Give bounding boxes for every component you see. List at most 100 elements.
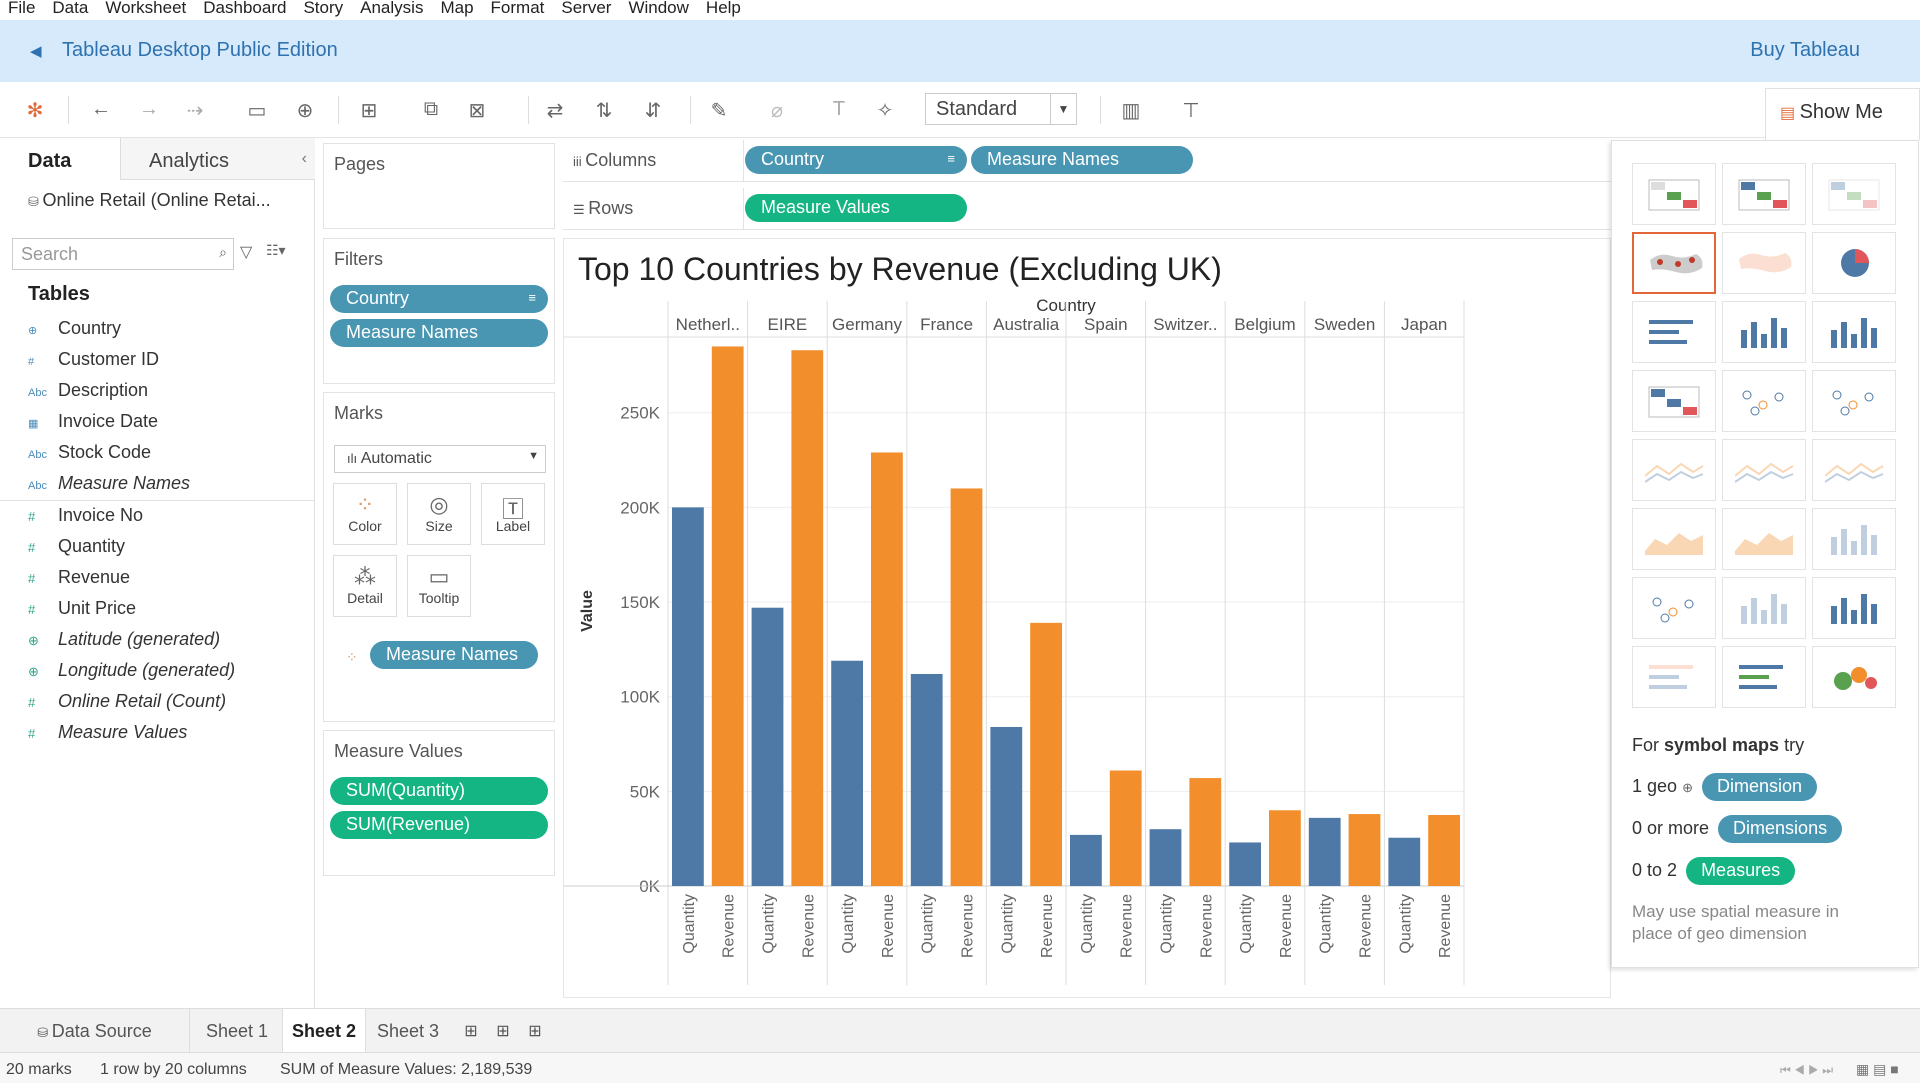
show-me-text-table[interactable] — [1632, 163, 1716, 225]
show-me-stacked-bars[interactable] — [1722, 301, 1806, 363]
sheet-tab-2[interactable]: Sheet 2 — [282, 1009, 366, 1053]
show-me-dual-lines[interactable] — [1812, 439, 1896, 501]
new-dashboard-icon[interactable]: ⊞ — [490, 1009, 516, 1053]
replay-icon[interactable]: ⇢ — [182, 98, 208, 123]
label-button[interactable]: 🅃 Label — [481, 483, 545, 545]
menu-story[interactable]: Story — [303, 0, 343, 20]
show-me-filled-map[interactable] — [1722, 232, 1806, 294]
menu-window[interactable]: Window — [628, 0, 688, 20]
columns-shelf[interactable]: iii Columns Country ≡ Measure Names — [563, 140, 1611, 182]
menu-worksheet[interactable]: Worksheet — [105, 0, 186, 20]
menu-format[interactable]: Format — [491, 0, 545, 20]
color-button[interactable]: ⁘ Color — [333, 483, 397, 545]
filters-card[interactable]: Filters Country ≡ Measure Names — [323, 238, 555, 384]
field-country[interactable]: ⊕ Country — [28, 318, 308, 342]
collapse-icon[interactable]: ‹ — [302, 150, 307, 168]
sort-descending-icon[interactable]: ⇵ — [640, 98, 666, 123]
columns-pill-measure-names[interactable]: Measure Names — [971, 146, 1193, 174]
menu-server[interactable]: Server — [561, 0, 611, 20]
show-me-lines-discrete[interactable] — [1722, 439, 1806, 501]
sort-ascending-icon[interactable]: ⇅ — [591, 98, 617, 123]
show-me-area-continuous[interactable] — [1632, 508, 1716, 570]
swap-axes-icon[interactable]: ⇄ — [542, 98, 568, 123]
menu-map[interactable]: Map — [440, 0, 473, 20]
view-layout-icons[interactable]: ▦ ▤ ■ — [1856, 1061, 1899, 1078]
rows-shelf[interactable]: ☰ Rows Measure Values — [563, 188, 1611, 230]
detail-button[interactable]: ⁂ Detail — [333, 555, 397, 617]
search-input[interactable]: Search ⌕ — [12, 238, 234, 270]
undo-icon[interactable]: ← — [88, 98, 114, 121]
show-me-scatter-plot[interactable] — [1632, 577, 1716, 639]
field-revenue[interactable]: # Revenue — [28, 567, 308, 591]
view-size-select[interactable]: Standard ▼ — [925, 93, 1077, 125]
show-me-packed-bubbles[interactable] — [1812, 646, 1896, 708]
duplicate-sheet-icon[interactable]: ⧉ — [418, 98, 444, 121]
show-labels-icon[interactable]: T — [826, 98, 852, 121]
show-me-circle-view[interactable] — [1722, 370, 1806, 432]
group-members-icon[interactable]: ⌀ — [764, 98, 790, 123]
new-data-source-icon[interactable]: ⊕ — [292, 98, 318, 123]
color-pill-measure-names[interactable]: Measure Names — [370, 641, 538, 669]
show-me-heat-map[interactable] — [1722, 163, 1806, 225]
measure-pill-quantity[interactable]: SUM(Quantity) — [330, 777, 548, 805]
show-me-histogram[interactable] — [1722, 577, 1806, 639]
data-source-tab[interactable]: ⛁ Data Source — [0, 1009, 190, 1053]
clear-sheet-icon[interactable]: ⊠ — [464, 98, 490, 123]
new-worksheet-icon[interactable]: ⊞ — [356, 98, 382, 123]
sheet-tab-3[interactable]: Sheet 3 — [366, 1009, 450, 1053]
columns-pill-country[interactable]: Country ≡ — [745, 146, 967, 174]
menu-data[interactable]: Data — [52, 0, 88, 20]
show-me-bullet-graph[interactable] — [1722, 646, 1806, 708]
pin-icon[interactable]: ✧ — [872, 98, 898, 123]
filter-pill-country[interactable]: Country ≡ — [330, 285, 548, 313]
mark-type-select[interactable]: ılı Automatic ▼ — [334, 445, 546, 473]
field-stock-code[interactable]: Abc Stock Code — [28, 442, 308, 466]
show-me-highlight-table[interactable] — [1812, 163, 1896, 225]
filter-icon[interactable]: ▽ — [240, 242, 252, 262]
show-me-lines-continuous[interactable] — [1632, 439, 1716, 501]
field-quantity[interactable]: # Quantity — [28, 536, 308, 560]
field-invoice-no[interactable]: # Invoice No — [28, 505, 308, 529]
navigation-arrows-icon[interactable]: ⏮ ◀ ▶ ⏭ — [1780, 1063, 1833, 1078]
show-me-area-discrete[interactable] — [1722, 508, 1806, 570]
show-me-tab[interactable]: ▤ Show Me — [1765, 88, 1920, 140]
data-source-name[interactable]: ⛁ Online Retail (Online Retai... — [28, 190, 271, 211]
show-me-treemap[interactable] — [1632, 370, 1716, 432]
show-me-side-by-side-bars[interactable] — [1812, 301, 1896, 363]
field-unit-price[interactable]: # Unit Price — [28, 598, 308, 622]
show-cards-icon[interactable]: ▥ — [1118, 98, 1144, 123]
menu-help[interactable]: Help — [706, 0, 741, 20]
show-me-side-by-side-circles[interactable] — [1812, 370, 1896, 432]
save-icon[interactable]: ▭ — [244, 98, 270, 123]
filter-pill-measure-names[interactable]: Measure Names — [330, 319, 548, 347]
tab-data[interactable]: Data — [0, 138, 120, 180]
tooltip-button[interactable]: ▭ Tooltip — [407, 555, 471, 617]
show-me-symbol-map[interactable] — [1632, 232, 1716, 294]
show-me-gantt-chart[interactable] — [1632, 646, 1716, 708]
new-story-icon[interactable]: ⊞ — [522, 1009, 548, 1053]
show-me-dual-combination[interactable] — [1812, 508, 1896, 570]
menu-file[interactable]: File — [8, 0, 35, 20]
new-worksheet-icon[interactable]: ⊞ — [458, 1009, 484, 1053]
show-me-pie-chart[interactable] — [1812, 232, 1896, 294]
buy-tableau-link[interactable]: Buy Tableau — [1750, 39, 1860, 62]
size-button[interactable]: ◎ Size — [407, 483, 471, 545]
menu-dashboard[interactable]: Dashboard — [203, 0, 286, 20]
show-me-horizontal-bars[interactable] — [1632, 301, 1716, 363]
field-invoice-date[interactable]: ▦ Invoice Date — [28, 411, 308, 435]
field-online-retail-count[interactable]: # Online Retail (Count) — [28, 691, 308, 715]
rows-pill-measure-values[interactable]: Measure Values — [745, 194, 967, 222]
bar-chart[interactable]: 0K50K100K150K200K250KValueCountryNetherl… — [564, 239, 1610, 997]
field-measure-values[interactable]: # Measure Values — [28, 722, 308, 746]
field-latitude-generated[interactable]: ⊕ Latitude (generated) — [28, 629, 308, 653]
pages-card[interactable]: Pages — [323, 143, 555, 229]
tab-analytics[interactable]: Analytics ‹ — [120, 138, 315, 180]
field-measure-names[interactable]: Abc Measure Names — [28, 473, 308, 497]
redo-icon[interactable]: → — [136, 98, 162, 121]
field-longitude-generated[interactable]: ⊕ Longitude (generated) — [28, 660, 308, 684]
sheet-tab-1[interactable]: Sheet 1 — [192, 1009, 282, 1053]
viz-canvas[interactable]: 0K 50K 100K 150K 200K 250K Value Country Netherl… — [563, 238, 1611, 998]
view-options-icon[interactable]: ☷▾ — [266, 242, 286, 259]
field-customer-id[interactable]: # Customer ID — [28, 349, 308, 373]
tableau-logo-icon[interactable]: ✻ — [22, 98, 48, 123]
